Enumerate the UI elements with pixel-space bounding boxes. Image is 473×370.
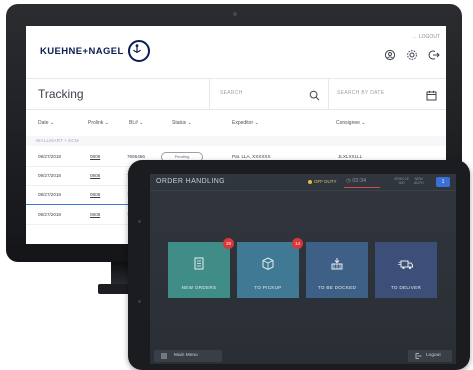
cell-date: 09/27/2018: [38, 192, 61, 197]
tablet-bottom-bar: Main Menu Logout: [150, 348, 456, 364]
search-icon[interactable]: [309, 88, 320, 106]
to-deliver-tile[interactable]: TO DELIVER: [375, 242, 437, 298]
webcam: [233, 12, 237, 16]
order-tiles: NEW ORDERS 28 TO PICKUP 14 TO BE DOCKED: [168, 238, 438, 298]
to-pickup-tile[interactable]: TO PICKUP 14: [237, 238, 303, 298]
date-placeholder: SEARCH BY DATE: [337, 90, 385, 96]
page-title: Tracking: [38, 87, 84, 101]
new-orders-tile[interactable]: NEW ORDERS 28: [168, 238, 234, 298]
search-placeholder: SEARCH: [220, 90, 243, 96]
app-header: KUEHNE+NAGEL ← LOGOUT: [26, 26, 446, 76]
main-menu-button[interactable]: Main Menu: [154, 350, 222, 362]
cell-date: 09/27/2018: [38, 173, 61, 178]
tile-label: TO PICKUP: [254, 285, 282, 290]
tablet-device: ORDER HANDLING OFF DUTY ◷ 02:34 VEHICLE 0…: [128, 160, 470, 370]
main-menu-label: Main Menu: [174, 353, 198, 358]
table-header: Date ⌄ Prolink ⌄ BL# ⌄ Status ⌄ Expedito…: [26, 118, 446, 130]
package-icon: [260, 256, 276, 272]
logout-icon[interactable]: [428, 48, 440, 60]
column-bl[interactable]: BL# ⌄: [129, 120, 143, 126]
tile-label: NEW ORDERS: [181, 285, 217, 290]
duty-status-label: OFF DUTY: [314, 179, 337, 184]
auth-info: NEW AUTH: [414, 177, 424, 185]
column-prolink[interactable]: Prolink ⌄: [88, 120, 109, 126]
tablet-sensor: [138, 220, 141, 223]
duty-status[interactable]: OFF DUTY: [308, 179, 337, 184]
column-date[interactable]: Date ⌄: [38, 120, 54, 126]
document-icon: [191, 256, 207, 272]
column-status[interactable]: Status ⌄: [172, 120, 192, 126]
notification-count: 1: [441, 179, 445, 185]
cell-date: 09/27/2018: [38, 154, 61, 159]
exit-icon: [414, 352, 422, 362]
vehicle-info: VEHICLE 000: [394, 177, 409, 185]
cell-prolink-link[interactable]: 0808: [90, 192, 100, 197]
logout-label: Logout: [426, 353, 441, 358]
tile-label: TO BE DOCKED: [317, 285, 357, 290]
tracking-toolbar: Tracking SEARCH SEARCH BY DATE: [26, 78, 446, 110]
gear-icon[interactable]: [406, 48, 418, 60]
cell-prolink-link[interactable]: 0808: [90, 212, 100, 217]
table-group-header: WALLMART • SCM: [26, 136, 446, 146]
header-logout-link[interactable]: ← LOGOUT: [412, 34, 440, 40]
timer-progress-bar: [344, 187, 380, 188]
search-input[interactable]: SEARCH: [209, 79, 329, 109]
logout-button[interactable]: Logout: [408, 350, 452, 362]
cell-bl: 7655456: [127, 154, 145, 159]
date-search-input[interactable]: SEARCH BY DATE: [327, 79, 446, 109]
tablet-screen: ORDER HANDLING OFF DUTY ◷ 02:34 VEHICLE 0…: [150, 174, 456, 364]
column-expeditor[interactable]: Expeditor ⌄: [232, 120, 259, 126]
menu-icon: [160, 352, 168, 362]
tile-label: TO DELIVER: [390, 285, 422, 290]
group-label: WALLMART • SCM: [36, 138, 79, 143]
to-be-docked-tile[interactable]: TO BE DOCKED: [306, 242, 368, 298]
timer-value: 02:34: [352, 178, 367, 184]
cell-consignee: JLXLXXLLL: [338, 154, 363, 159]
cell-prolink-link[interactable]: 0808: [90, 173, 100, 178]
count-badge: 14: [292, 238, 303, 249]
user-icon[interactable]: [384, 48, 396, 61]
notification-button[interactable]: 1: [436, 177, 450, 187]
count-badge: 28: [223, 238, 234, 249]
screen-title: ORDER HANDLING: [156, 178, 225, 185]
truck-icon: [398, 256, 414, 272]
clock-icon: ◷: [346, 178, 351, 184]
calendar-icon[interactable]: [426, 88, 437, 106]
shift-timer: ◷ 02:34: [346, 178, 366, 184]
brand-logo: KUEHNE+NAGEL: [40, 46, 124, 57]
column-consignee[interactable]: Consignee ⌄: [336, 120, 366, 126]
cell-date: 09/27/2018: [38, 212, 61, 217]
tablet-sensor: [138, 300, 141, 303]
status-dot-icon: [308, 179, 312, 184]
cell-expeditor: Pat. LLA, XXXXXX: [232, 154, 271, 159]
tablet-top-bar: ORDER HANDLING OFF DUTY ◷ 02:34 VEHICLE 0…: [150, 174, 456, 191]
cell-prolink-link[interactable]: 0808: [90, 154, 100, 159]
anchor-logo-icon: [128, 40, 150, 62]
dock-icon: [329, 256, 345, 272]
